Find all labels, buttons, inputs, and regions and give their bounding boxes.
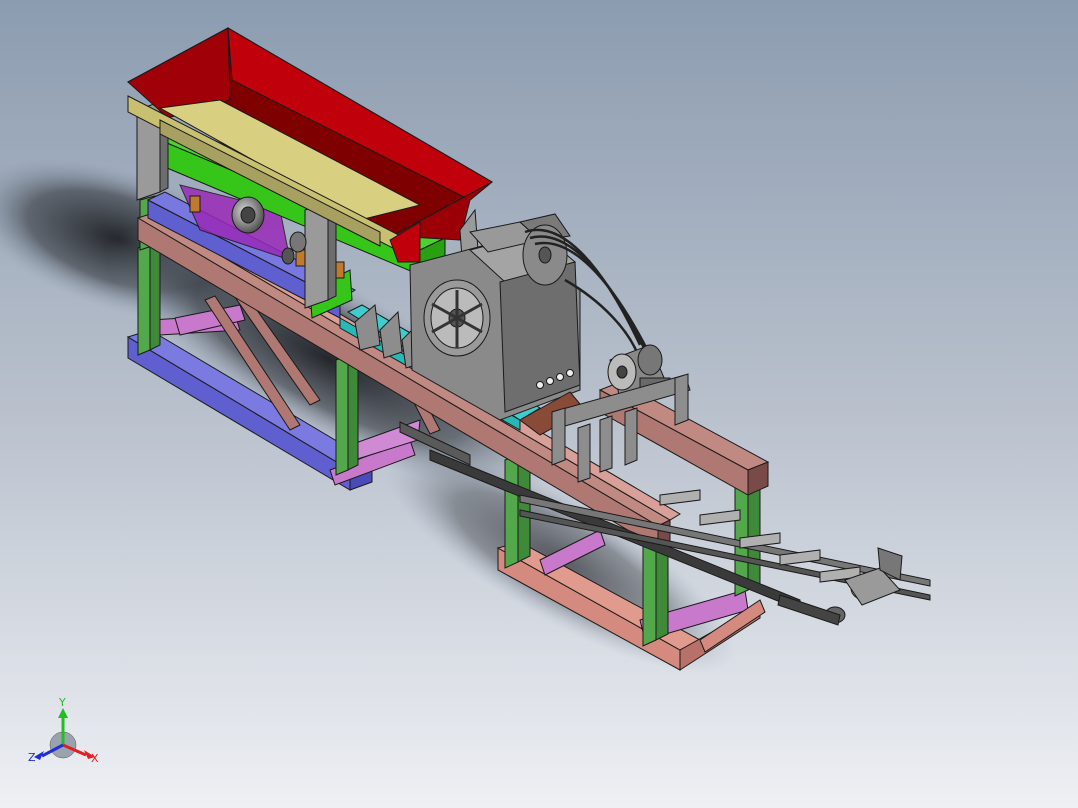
axis-x-label: X (91, 752, 99, 765)
axis-y-label: Y (59, 696, 66, 709)
axis-z-label: Z (28, 751, 36, 764)
cad-viewport[interactable]: Y X Z (0, 0, 1078, 808)
crusher-assembly-drawing (0, 0, 1078, 808)
